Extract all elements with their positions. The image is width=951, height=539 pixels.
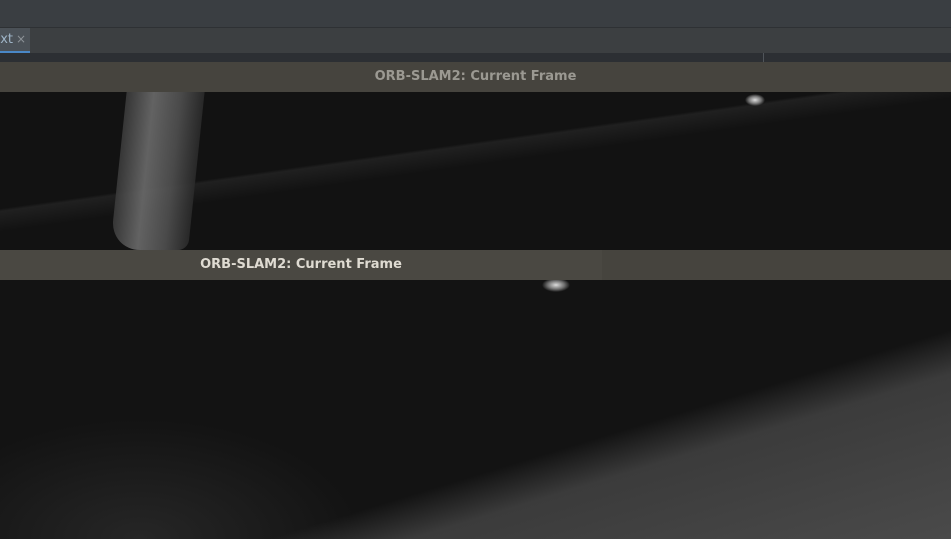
current-frame-window-front[interactable]: ORB-SLAM2: Current Frame xyxy=(0,250,951,539)
editor-tab-label: xt xyxy=(0,32,13,47)
ide-tab-bar: xt × xyxy=(0,27,951,53)
frame-object xyxy=(110,92,205,250)
editor-tab[interactable]: xt × xyxy=(0,28,30,53)
current-frame-window-back[interactable]: ORB-SLAM2: Current Frame xyxy=(0,62,951,250)
close-icon[interactable]: × xyxy=(16,32,26,46)
camera-frame-image xyxy=(0,92,951,250)
window-titlebar[interactable]: ORB-SLAM2: Current Frame xyxy=(0,62,951,92)
camera-frame-image xyxy=(0,280,951,539)
ide-menu-bar xyxy=(0,0,951,27)
titlebar-extension xyxy=(602,250,951,280)
window-titlebar[interactable]: ORB-SLAM2: Current Frame xyxy=(0,250,602,280)
